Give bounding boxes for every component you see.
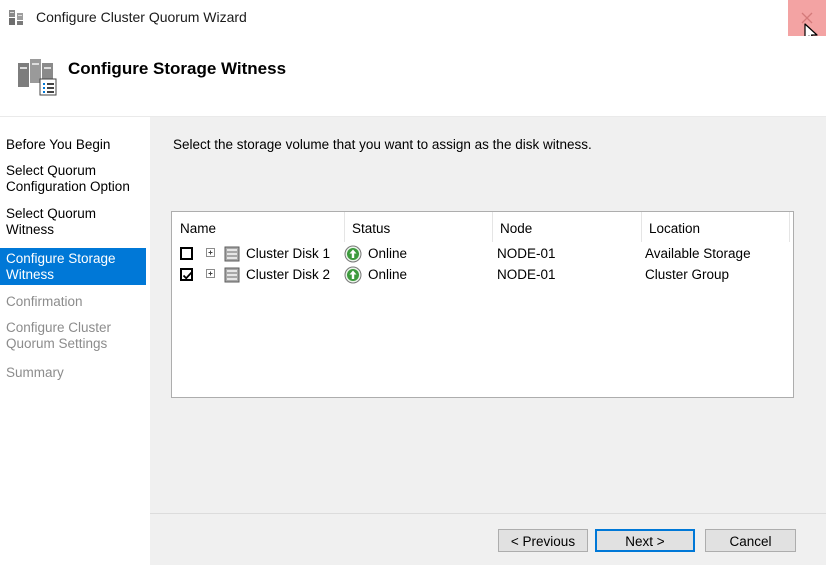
title-bar: Configure Cluster Quorum Wizard — [0, 0, 826, 44]
page-title: Configure Storage Witness — [68, 59, 287, 78]
column-header-status[interactable]: Status — [352, 221, 390, 236]
online-status-icon — [344, 245, 362, 263]
cluster-app-icon — [9, 10, 23, 25]
table-row[interactable]: Cluster Disk 2 Online NODE-01 Cluster Gr… — [172, 265, 793, 286]
cluster-disk-icon — [224, 246, 240, 262]
column-header-node[interactable]: Node — [500, 221, 532, 236]
disk-name: Cluster Disk 2 — [246, 267, 331, 282]
disk-location: Cluster Group — [645, 267, 730, 282]
step-summary: Summary — [6, 365, 64, 380]
step-select-quorum-witness[interactable]: Select Quorum Witness — [0, 206, 146, 238]
column-divider[interactable] — [492, 212, 493, 242]
step-configure-storage-witness[interactable]: Configure Storage Witness — [0, 248, 146, 285]
table-row[interactable]: Cluster Disk 1 Online NODE-01 Available … — [172, 244, 793, 265]
row-checkbox[interactable] — [180, 268, 193, 281]
step-configure-cluster-quorum-settings: Configure Cluster Quorum Settings — [6, 320, 112, 351]
column-divider[interactable] — [641, 212, 642, 242]
cluster-disk-icon — [224, 267, 240, 283]
plus-icon — [208, 271, 213, 276]
disk-node: NODE-01 — [497, 267, 556, 282]
close-icon — [801, 12, 813, 24]
checkmark-icon — [182, 271, 193, 280]
step-confirmation: Confirmation — [6, 294, 83, 309]
close-button[interactable] — [788, 0, 826, 36]
step-select-quorum-configuration-option[interactable]: Select Quorum Configuration Option — [0, 163, 146, 195]
wizard-header: Configure Storage Witness — [0, 36, 826, 117]
storage-volume-list[interactable]: Name Status Node Location Cluster Disk 1… — [171, 211, 794, 398]
wizard-content: Select the storage volume that you want … — [150, 117, 826, 513]
row-checkbox[interactable] — [180, 247, 193, 260]
disk-location: Available Storage — [645, 246, 751, 261]
expand-row-button[interactable] — [206, 269, 215, 278]
plus-icon — [208, 250, 213, 255]
cancel-button[interactable]: Cancel — [705, 529, 796, 552]
next-button[interactable]: Next > — [595, 529, 695, 552]
expand-row-button[interactable] — [206, 248, 215, 257]
wizard-steps-sidebar: Before You Begin Select Quorum Configura… — [0, 117, 150, 564]
column-divider[interactable] — [344, 212, 345, 242]
online-status-icon — [344, 266, 362, 284]
previous-button[interactable]: < Previous — [498, 529, 588, 552]
disk-status: Online — [368, 267, 408, 282]
instruction-text: Select the storage volume that you want … — [173, 137, 592, 152]
disk-status: Online — [368, 246, 408, 261]
column-header-name[interactable]: Name — [180, 221, 216, 236]
list-header: Name Status Node Location — [172, 212, 793, 242]
storage-witness-icon — [18, 59, 57, 96]
wizard-footer: < Previous Next > Cancel — [150, 513, 826, 565]
disk-name: Cluster Disk 1 — [246, 246, 331, 261]
disk-node: NODE-01 — [497, 246, 556, 261]
window-title: Configure Cluster Quorum Wizard — [36, 9, 247, 25]
step-before-you-begin[interactable]: Before You Begin — [0, 137, 146, 153]
column-divider[interactable] — [789, 212, 790, 242]
column-header-location[interactable]: Location — [649, 221, 700, 236]
